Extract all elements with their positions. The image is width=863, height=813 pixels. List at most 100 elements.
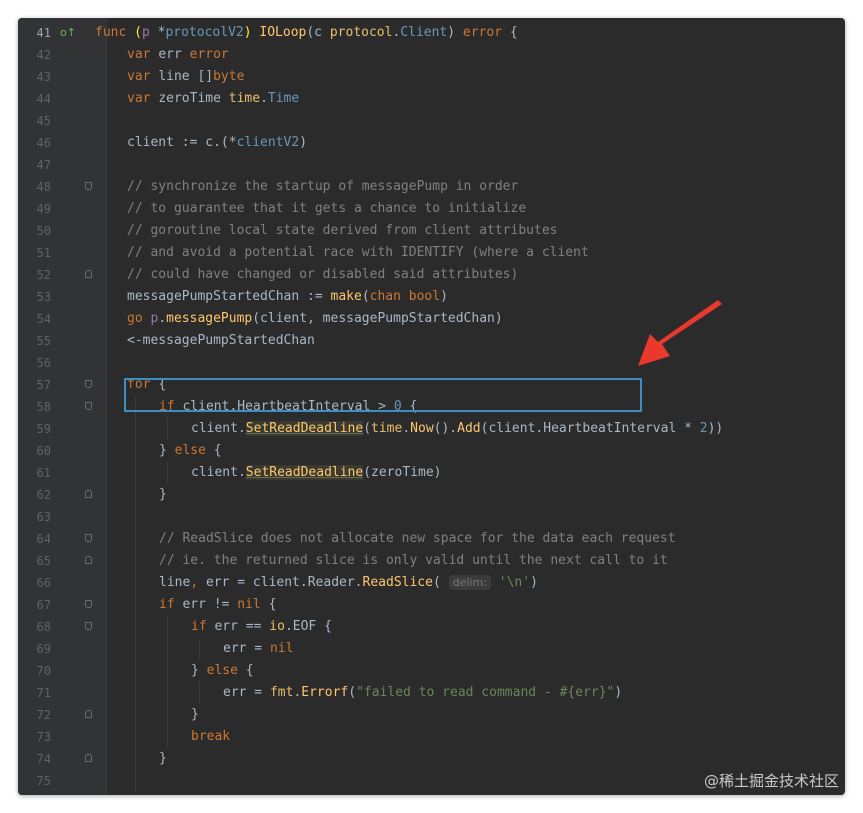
code-text: if err != nil { (159, 594, 276, 616)
code-line[interactable]: 59 client.SetReadDeadline(time.Now().Add(… (18, 418, 845, 440)
code-line[interactable]: 46 client := c.(*clientV2) (18, 132, 845, 154)
code-line[interactable]: 62} (18, 484, 845, 506)
code-line[interactable]: 61 client.SetReadDeadline(zeroTime) (18, 462, 845, 484)
code-token: messagePump (166, 311, 253, 326)
fold-marker-icon[interactable] (85, 402, 92, 410)
line-number: 74 (36, 752, 51, 766)
fold-marker-icon[interactable] (85, 600, 92, 608)
line-number: 68 (36, 620, 51, 634)
code-line[interactable]: 68 if err == io.EOF { (18, 616, 845, 638)
code-line[interactable]: 64 // ReadSlice does not allocate new spa… (18, 528, 845, 550)
code-token: line [] (158, 69, 214, 84)
line-number: 60 (36, 444, 51, 458)
code-line[interactable]: 66 line, err = client.Reader.ReadSlice( d… (18, 572, 845, 594)
parameter-hint: delim: (448, 575, 491, 590)
code-line[interactable]: 48 // synchronize the startup of messageP… (18, 176, 845, 198)
fold-marker-icon[interactable] (85, 270, 92, 278)
code-token: ) (440, 289, 448, 304)
line-number: 46 (36, 136, 51, 150)
code-token: ( (432, 575, 449, 590)
code-token: time (228, 91, 261, 106)
fold-marker-icon[interactable] (85, 556, 92, 564)
fold-marker-icon[interactable] (85, 182, 92, 190)
line-number: 61 (36, 466, 51, 480)
code-token: // could have changed or disabled said a… (127, 267, 519, 282)
indent-guide (167, 682, 168, 704)
line-number: 69 (36, 642, 51, 656)
code-line[interactable]: 69 err = nil (18, 638, 845, 660)
indent-guide (135, 418, 136, 440)
line-number: 59 (36, 422, 51, 436)
code-token: protocol (329, 25, 393, 40)
code-token: fmt (269, 685, 294, 700)
code-line[interactable]: 47 (18, 154, 845, 176)
line-number: 72 (36, 708, 51, 722)
code-token: protocolV2 (165, 25, 244, 40)
code-text: go p.messagePump(client, messagePumpStar… (127, 308, 503, 330)
indent-guide (167, 660, 168, 682)
code-line[interactable]: 73 break (18, 726, 845, 748)
code-token: Errorf (301, 685, 349, 700)
code-line[interactable]: 51 // and avoid a potential race with IDE… (18, 242, 845, 264)
indent-guide (199, 682, 200, 704)
code-token: client. (191, 421, 246, 436)
line-number: 48 (36, 180, 51, 194)
code-line[interactable]: 70} else { (18, 660, 845, 682)
code-line[interactable]: 43 var line []byte (18, 66, 845, 88)
fold-marker-icon[interactable] (85, 710, 92, 718)
code-line[interactable]: 44 var zeroTime time.Time (18, 88, 845, 110)
code-token: Add (457, 421, 481, 436)
fold-marker-icon[interactable] (85, 534, 92, 542)
code-text: } (159, 484, 167, 506)
code-token: time (371, 421, 403, 436)
code-token: messagePumpStartedChan := (127, 289, 331, 304)
code-line[interactable]: 65 // ie. the returned slice is only vali… (18, 550, 845, 572)
code-token: SetReadDeadline (245, 421, 364, 436)
code-token: )) (707, 421, 724, 436)
code-token: var (127, 47, 159, 62)
code-text: // and avoid a potential race with IDENT… (127, 242, 589, 264)
code-text: } (159, 748, 167, 770)
code-token: . (158, 311, 167, 326)
fold-marker-icon[interactable] (85, 754, 92, 762)
code-text: func (p *protocolV2) IOLoop(c protocol.C… (95, 22, 518, 44)
code-line[interactable]: 74} (18, 748, 845, 770)
code-token: // ReadSlice does not allocate new space… (159, 531, 676, 546)
code-line[interactable]: 50 // goroutine local state derived from … (18, 220, 845, 242)
line-number: 70 (36, 664, 51, 678)
code-token: ( (363, 421, 372, 436)
code-text: <-messagePumpStartedChan (127, 330, 315, 352)
implements-method-icon[interactable]: o↑ (60, 22, 76, 44)
highlight-box (124, 378, 642, 412)
indent-guide (135, 660, 136, 682)
code-line[interactable]: 60} else { (18, 440, 845, 462)
indent-guide (135, 528, 136, 550)
code-text: client.SetReadDeadline(zeroTime) (191, 462, 441, 484)
code-line[interactable]: 42 var err error (18, 44, 845, 66)
code-line[interactable]: 67 if err != nil { (18, 594, 845, 616)
code-line[interactable]: 41 o↑ func (p *protocolV2) IOLoop(c protoc… (18, 22, 845, 44)
code-line[interactable]: 72} (18, 704, 845, 726)
code-line[interactable]: 63 (18, 506, 845, 528)
fold-marker-icon[interactable] (85, 490, 92, 498)
fold-marker-icon[interactable] (85, 380, 92, 388)
code-token: p (141, 25, 158, 40)
code-token: { (245, 663, 254, 678)
code-line[interactable]: 71 err = fmt.Errorf("failed to read comma… (18, 682, 845, 704)
code-line[interactable]: 45 (18, 110, 845, 132)
fold-marker-icon[interactable] (85, 622, 92, 630)
code-token: nil (269, 641, 294, 656)
code-text: messagePumpStartedChan := make(chan bool… (127, 286, 448, 308)
code-token: . (260, 91, 268, 106)
code-token: if (159, 597, 183, 612)
code-token: ) (614, 685, 623, 700)
code-token: error (462, 25, 503, 40)
indent-guide (135, 594, 136, 616)
code-token: '\n' (498, 575, 531, 590)
code-token: } (159, 443, 175, 458)
code-line[interactable]: 49 // to guarantee that it gets a chance … (18, 198, 845, 220)
line-number: 41 (36, 26, 51, 40)
code-line[interactable]: 52 // could have changed or disabled said… (18, 264, 845, 286)
code-token: // synchronize the startup of messagePum… (127, 179, 519, 194)
